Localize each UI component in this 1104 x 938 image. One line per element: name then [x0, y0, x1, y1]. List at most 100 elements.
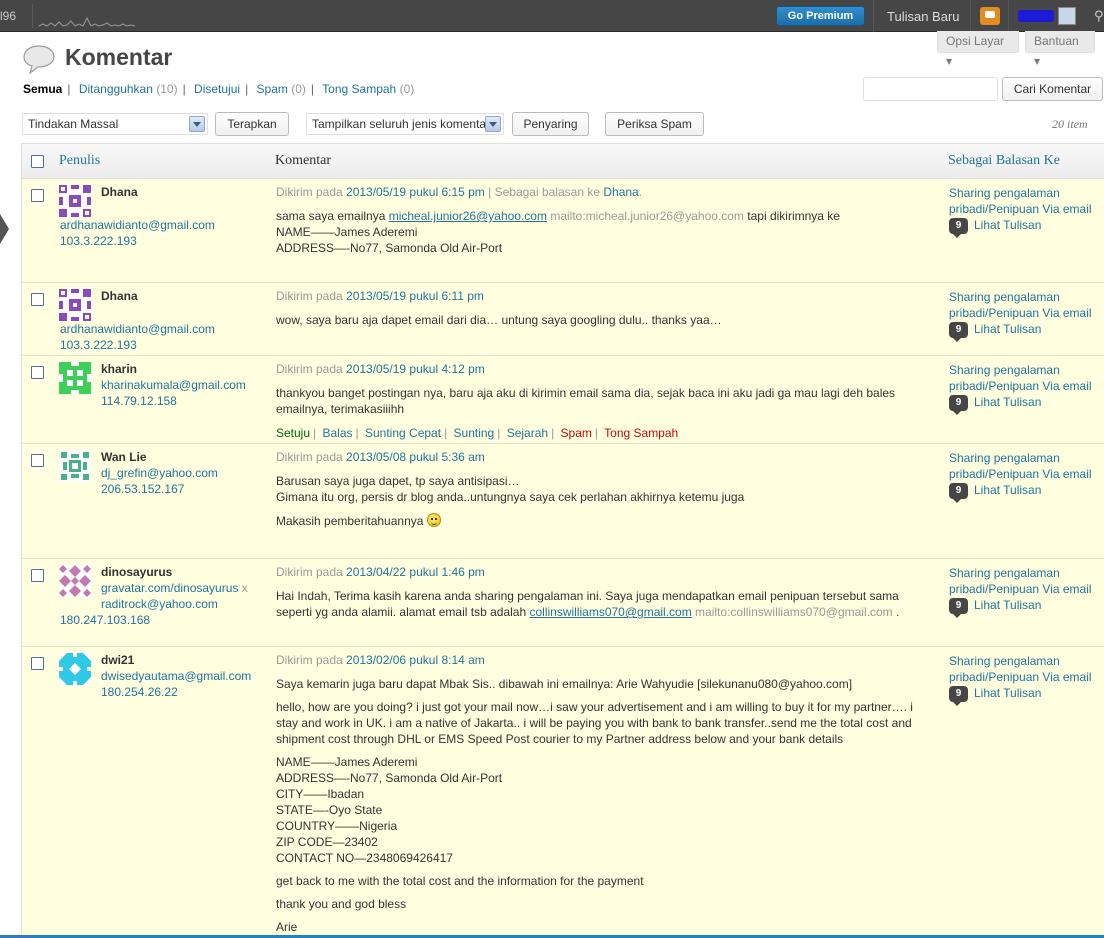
comment-search-input[interactable] — [863, 77, 998, 101]
comment-date-link[interactable]: 2013/05/08 pukul 5:36 am — [346, 450, 485, 464]
avatar — [59, 362, 91, 394]
check-spam-button[interactable]: Periksa Spam — [605, 112, 704, 136]
edit-link[interactable]: Sunting — [454, 426, 495, 440]
new-post-link[interactable]: Tulisan Baru — [887, 9, 960, 24]
comment-date-link[interactable]: 2013/05/19 pukul 6:11 pm — [346, 289, 484, 303]
comment-status-filters: Semua | Ditangguhkan (10) | Disetujui | Spa… — [23, 82, 415, 96]
notifications-icon[interactable] — [980, 7, 1000, 25]
filter-all[interactable]: Semua — [23, 82, 62, 96]
separator — [1008, 0, 1009, 32]
email-link[interactable]: micheal.junior26@yahoo.com — [389, 209, 547, 223]
response-to: Sharing pengalaman pribadi/Penipuan Via … — [949, 185, 1104, 238]
row-checkbox[interactable] — [31, 569, 44, 582]
column-author[interactable]: Penulis — [59, 153, 100, 169]
author-ip[interactable]: 103.3.222.193 — [60, 338, 137, 352]
filter-pending[interactable]: Ditangguhkan — [79, 82, 153, 96]
author-email[interactable]: dj_grefin@yahoo.com — [101, 466, 218, 480]
screen-options-tab[interactable]: Opsi Layar ▾ — [937, 31, 1019, 68]
author-ip[interactable]: 180.247.103.168 — [60, 613, 150, 627]
comment-date-link[interactable]: 2013/05/19 pukul 6:15 pm — [346, 185, 485, 199]
avatar — [59, 450, 91, 482]
response-post-link[interactable]: Sharing pengalaman pribadi/Penipuan Via … — [949, 185, 1104, 217]
author-ip[interactable]: 103.3.222.193 — [60, 234, 137, 248]
row-checkbox[interactable] — [31, 657, 44, 670]
dropdown-arrow-icon — [485, 116, 501, 132]
view-post-link[interactable]: Lihat Tulisan — [974, 686, 1041, 700]
author-email[interactable]: kharinakumala@gmail.com — [101, 378, 246, 392]
filter-spam[interactable]: Spam — [257, 82, 288, 96]
user-name-redacted[interactable] — [1018, 10, 1054, 22]
author-email[interactable]: raditrock@yahoo.com — [101, 597, 218, 611]
filter-trash[interactable]: Tong Sampah — [322, 82, 396, 96]
comment-date-link[interactable]: 2013/02/06 pukul 8:14 am — [346, 653, 485, 667]
row-checkbox[interactable] — [31, 366, 44, 379]
row-checkbox[interactable] — [31, 189, 44, 202]
view-post-link[interactable]: Lihat Tulisan — [974, 395, 1041, 409]
author-name: Wan Lie — [101, 450, 147, 464]
submitted-on: Dikirim pada 2013/02/06 pukul 8:14 am — [276, 653, 485, 667]
in-reply-to-link[interactable]: Dhana — [603, 185, 638, 199]
bulk-action-value: Tindakan Massal — [28, 117, 119, 131]
comment-type-select[interactable]: Tampilkan seluruh jenis komentar — [306, 113, 504, 135]
view-post-link[interactable]: Lihat Tulisan — [974, 598, 1041, 612]
stats-number: l96 — [0, 9, 17, 23]
collapse-arrow-icon[interactable] — [0, 214, 9, 244]
comment-count-bubble[interactable]: 9 — [949, 394, 968, 415]
user-avatar[interactable] — [1058, 7, 1076, 25]
filter-button[interactable]: Penyaring — [512, 112, 589, 136]
author-ip[interactable]: 206.53.152.167 — [101, 482, 184, 496]
view-post-link[interactable]: Lihat Tulisan — [974, 218, 1041, 232]
author-email[interactable]: ardhanawidianto@gmail.com — [60, 218, 215, 232]
comment-count-bubble[interactable]: 9 — [949, 217, 968, 238]
author-name: dinosayurus — [101, 565, 173, 579]
bulk-action-select[interactable]: Tindakan Massal — [22, 113, 208, 135]
author-ip[interactable]: 180.254.26.22 — [101, 685, 178, 699]
author-ip[interactable]: 114.79.12.158 — [101, 394, 177, 408]
column-comment: Komentar — [275, 153, 331, 168]
row-checkbox[interactable] — [31, 293, 44, 306]
view-post-link[interactable]: Lihat Tulisan — [974, 322, 1041, 336]
select-all-checkbox[interactable] — [31, 155, 44, 168]
submitted-on: Dikirim pada 2013/05/19 pukul 6:15 pm | … — [276, 185, 643, 199]
separator — [970, 0, 971, 32]
filter-approved[interactable]: Disetujui — [194, 82, 240, 96]
comment-count-bubble[interactable]: 9 — [949, 685, 968, 706]
smiley-icon — [426, 513, 441, 527]
view-post-link[interactable]: Lihat Tulisan — [974, 483, 1041, 497]
apply-button[interactable]: Terapkan — [215, 112, 289, 136]
response-post-link[interactable]: Sharing pengalaman pribadi/Penipuan Via … — [949, 565, 1104, 597]
response-post-link[interactable]: Sharing pengalaman pribadi/Penipuan Via … — [949, 450, 1104, 482]
help-tab[interactable]: Bantuan ▾ — [1025, 31, 1095, 68]
author-email[interactable]: ardhanawidianto@gmail.com — [60, 322, 215, 336]
comment-count-bubble[interactable]: 9 — [949, 482, 968, 503]
response-post-link[interactable]: Sharing pengalaman pribadi/Penipuan Via … — [949, 289, 1104, 321]
stats-sparkline[interactable] — [32, 4, 172, 28]
go-premium-button[interactable]: Go Premium — [776, 6, 865, 26]
comment-date-link[interactable]: 2013/04/22 pukul 1:46 pm — [346, 565, 485, 579]
comment-type-value: Tampilkan seluruh jenis komentar — [312, 117, 491, 131]
row-checkbox[interactable] — [31, 454, 44, 467]
search-icon[interactable]: ⚲ — [1094, 8, 1104, 23]
comment-count-bubble[interactable]: 9 — [949, 597, 968, 618]
quick-edit-link[interactable]: Sunting Cepat — [365, 426, 441, 440]
response-post-link[interactable]: Sharing pengalaman pribadi/Penipuan Via … — [949, 653, 1104, 685]
reply-link[interactable]: Balas — [323, 426, 353, 440]
comments-table: Penulis Komentar Sebagai Balasan Ke Dhan… — [21, 143, 1104, 938]
approve-link[interactable]: Setuju — [276, 426, 310, 440]
history-link[interactable]: Sejarah — [507, 426, 548, 440]
spam-link[interactable]: Spam — [561, 426, 592, 440]
search-comments-button[interactable]: Cari Komentar — [1002, 77, 1103, 101]
column-response[interactable]: Sebagai Balasan Ke — [948, 153, 1060, 169]
author-website-link[interactable]: gravatar.com/dinosayurus — [101, 581, 238, 595]
comment-date-link[interactable]: 2013/05/19 pukul 4:12 pm — [346, 362, 485, 376]
response-to: Sharing pengalaman pribadi/Penipuan Via … — [949, 450, 1104, 503]
author-email[interactable]: dwisedyautama@gmail.com — [101, 669, 251, 683]
response-post-link[interactable]: Sharing pengalaman pribadi/Penipuan Via … — [949, 362, 1104, 394]
comment-count-bubble[interactable]: 9 — [949, 321, 968, 342]
filter-trash-count: (0) — [399, 82, 415, 96]
address-lines: NAME——James Aderemi ADDRESS—-No77, Samon… — [276, 755, 503, 865]
response-to: Sharing pengalaman pribadi/Penipuan Via … — [949, 289, 1104, 342]
email-link[interactable]: collinswilliams070@gmail.com — [529, 605, 691, 619]
submitted-on: Dikirim pada 2013/05/19 pukul 6:11 pm — [276, 289, 484, 303]
trash-link[interactable]: Tong Sampah — [604, 426, 678, 440]
